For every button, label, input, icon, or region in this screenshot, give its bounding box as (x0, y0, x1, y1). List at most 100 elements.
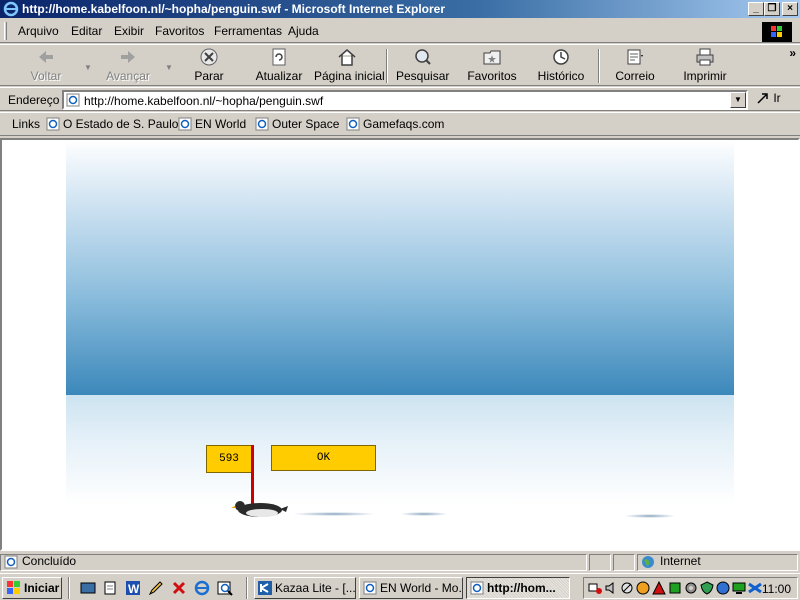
refresh-button[interactable]: Atualizar (254, 47, 304, 85)
word-icon[interactable]: W (125, 580, 141, 596)
tray-messenger-icon[interactable] (748, 581, 762, 595)
tray-globe-icon[interactable] (716, 581, 730, 595)
address-input[interactable]: http://home.kabelfoon.nl/~hopha/penguin.… (62, 90, 748, 110)
forward-dropdown-icon[interactable]: ▼ (165, 63, 173, 72)
favorites-button[interactable]: Favoritos (466, 47, 518, 85)
title-bar[interactable]: http://home.kabelfoon.nl/~hopha/penguin.… (0, 0, 800, 18)
window-title: http://home.kabelfoon.nl/~hopha/penguin.… (22, 2, 446, 16)
address-dropdown-icon[interactable]: ▼ (730, 92, 746, 108)
printer-icon (696, 48, 714, 66)
tray-volume-icon[interactable] (604, 581, 618, 595)
search-icon (415, 49, 431, 65)
game-sky (66, 140, 734, 395)
stop-button[interactable]: Parar (186, 47, 232, 85)
toolbar-separator (598, 49, 600, 83)
arrow-left-icon (39, 51, 53, 63)
link-outer-space[interactable]: Outer Space (255, 117, 339, 131)
page-done-icon (4, 555, 18, 569)
taskbar: Iniciar W Kazaa Lite - [... EN World - M… (0, 573, 800, 600)
tray-alert-icon[interactable] (652, 581, 666, 595)
link-label: Outer Space (272, 117, 340, 131)
ie-logo-icon (3, 1, 19, 17)
pencil-icon[interactable] (148, 580, 164, 596)
history-button[interactable]: Histórico (536, 47, 586, 85)
ie-quicklaunch-icon[interactable] (194, 580, 210, 596)
task-label: EN World - Mo... (380, 581, 463, 595)
menu-editar[interactable]: Editar (71, 24, 102, 38)
tray-shield-icon[interactable] (700, 581, 714, 595)
link-page-icon (46, 117, 60, 131)
forward-button[interactable]: Avançar (100, 47, 156, 85)
link-gamefaqs[interactable]: Gamefaqs.com (346, 117, 444, 131)
link-page-icon (346, 117, 360, 131)
search-label: Pesquisar (396, 69, 450, 83)
toolbar-overflow-chevron[interactable]: » (789, 46, 796, 60)
home-icon (338, 49, 356, 66)
link-estado-sao-paulo[interactable]: O Estado de S. Paulo (46, 117, 178, 131)
red-x-icon[interactable] (171, 580, 187, 596)
ok-button[interactable]: OK (271, 445, 376, 471)
task-penguin-page[interactable]: http://hom... (466, 577, 570, 599)
tray-satellite-icon[interactable] (620, 581, 634, 595)
start-label: Iniciar (24, 581, 60, 595)
maximize-button[interactable]: ❐ (764, 2, 780, 16)
link-page-icon (178, 117, 192, 131)
kazaa-icon (258, 581, 272, 595)
tray-antivirus-icon[interactable] (636, 581, 650, 595)
refresh-label: Atualizar (255, 69, 303, 83)
distance-sign: 593 (206, 445, 252, 473)
taskbar-clock[interactable]: 11:00 (762, 582, 791, 596)
notepad-icon[interactable] (102, 580, 118, 596)
link-label: EN World (195, 117, 247, 131)
history-label: Histórico (537, 69, 585, 83)
status-pane-lock (613, 554, 635, 571)
tray-network-icon[interactable] (588, 581, 602, 595)
security-zone-text: Internet (660, 554, 701, 568)
menu-grip[interactable] (4, 22, 7, 40)
ie-page-icon (363, 581, 377, 595)
windows-logo-icon (7, 581, 20, 594)
go-arrow-icon (757, 93, 768, 104)
link-en-world[interactable]: EN World (178, 117, 246, 131)
start-button[interactable]: Iniciar (2, 577, 62, 599)
search-button[interactable]: Pesquisar (396, 47, 450, 85)
show-desktop-icon[interactable] (80, 580, 96, 596)
menu-exibir[interactable]: Exibir (114, 24, 144, 38)
menu-ajuda[interactable]: Ajuda (288, 24, 319, 38)
menu-arquivo[interactable]: Arquivo (18, 24, 59, 38)
print-label: Imprimir (683, 69, 727, 83)
close-button[interactable]: × (782, 2, 798, 16)
task-kazaa[interactable]: Kazaa Lite - [... (254, 577, 356, 599)
menu-ferramentas[interactable]: Ferramentas (214, 24, 282, 38)
link-page-icon (255, 117, 269, 131)
taskbar-separator (68, 577, 70, 599)
task-en-world[interactable]: EN World - Mo... (359, 577, 463, 599)
tray-green-icon[interactable] (668, 581, 682, 595)
address-bar: Endereço http://home.kabelfoon.nl/~hopha… (0, 87, 800, 111)
toolbar-separator (386, 49, 388, 83)
status-bar: Concluído Internet (0, 552, 800, 572)
menu-bar: Arquivo Editar Exibir Favoritos Ferramen… (0, 19, 800, 43)
status-text: Concluído (22, 554, 77, 568)
tray-monitor-icon[interactable] (732, 581, 746, 595)
menu-favoritos[interactable]: Favoritos (155, 24, 204, 38)
task-label: http://hom... (487, 581, 556, 595)
address-url[interactable]: http://home.kabelfoon.nl/~hopha/penguin.… (84, 94, 323, 108)
link-label: Gamefaqs.com (363, 117, 445, 131)
links-bar: Links O Estado de S. Paulo EN World Oute… (0, 112, 800, 136)
back-button[interactable]: Voltar (22, 47, 70, 85)
minimize-button[interactable]: _ (748, 2, 764, 16)
link-label: O Estado de S. Paulo (63, 117, 179, 131)
mail-icon (627, 49, 643, 65)
go-button[interactable]: Ir (756, 91, 781, 105)
print-button[interactable]: Imprimir (682, 47, 728, 85)
back-dropdown-icon[interactable]: ▼ (84, 63, 92, 72)
page-content[interactable]: 593 OK (0, 138, 800, 551)
stop-label: Parar (194, 69, 224, 83)
search-quicklaunch-icon[interactable] (217, 580, 233, 596)
windows-throbber (762, 22, 792, 42)
links-label[interactable]: Links (12, 117, 40, 131)
home-button[interactable]: Página inicial (314, 47, 385, 85)
mail-button[interactable]: Correio (612, 47, 658, 85)
tray-gear-icon[interactable] (684, 581, 698, 595)
